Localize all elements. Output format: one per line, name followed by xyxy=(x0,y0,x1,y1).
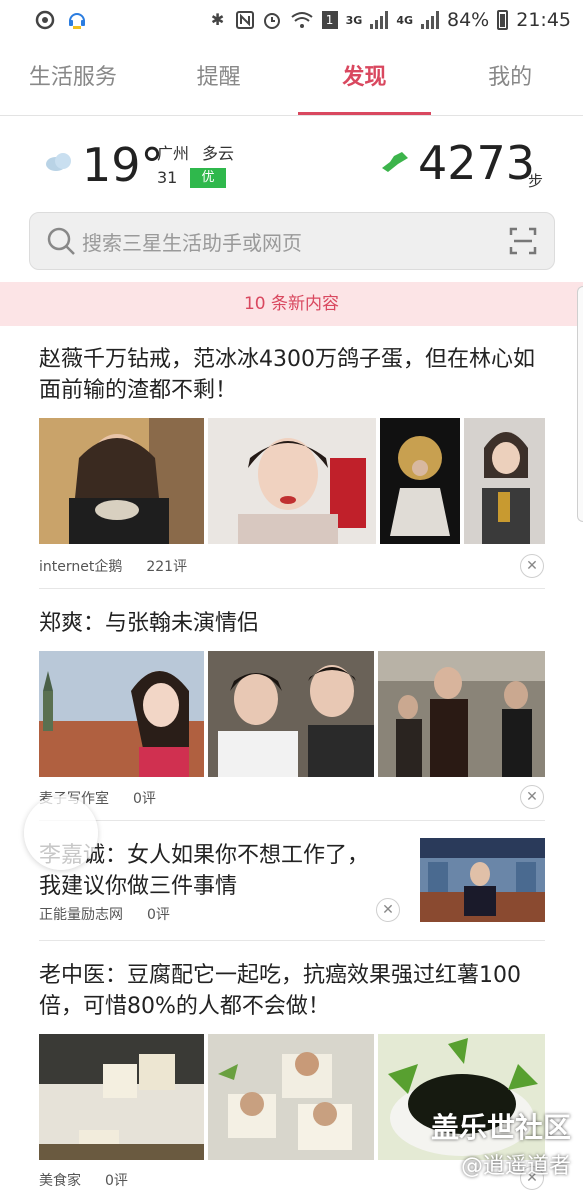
article-image xyxy=(39,1034,204,1160)
aqi-badge: 优 xyxy=(190,168,226,188)
support-icon xyxy=(69,13,85,29)
article-source: internet企鹅 xyxy=(39,559,123,575)
article-image xyxy=(380,418,460,544)
bluetooth-icon: ✱ xyxy=(210,10,225,29)
article-comments: 0评 xyxy=(105,1173,128,1189)
aqi-value: 31 xyxy=(157,168,178,187)
news-card[interactable]: 赵薇千万钻戒，范冰冰4300万鸽子蛋，但在林心如面前输的渣都不剩！ xyxy=(39,344,545,544)
article-meta: 正能量励志网 0评 xyxy=(39,904,170,924)
article-source: 正能量励志网 xyxy=(39,907,123,923)
search-icon xyxy=(47,227,75,255)
watermark-brand: 盖乐世社区 xyxy=(430,1111,571,1144)
signal-icon-2 xyxy=(421,11,439,29)
tab-bar: 生活服务 提醒 发现 我的 xyxy=(0,48,583,116)
nfc-icon xyxy=(235,11,254,29)
scan-icon[interactable] xyxy=(508,226,538,256)
article-image xyxy=(420,838,545,922)
tab-life-services[interactable]: 生活服务 xyxy=(0,48,146,115)
article-image xyxy=(378,651,545,777)
dismiss-icon[interactable]: ✕ xyxy=(376,898,400,922)
dismiss-icon[interactable]: ✕ xyxy=(520,785,544,809)
article-source: 美食家 xyxy=(39,1173,81,1189)
search-bar[interactable]: 搜索三星生活助手或网页 xyxy=(29,212,555,270)
scrollbar[interactable] xyxy=(577,286,583,522)
article-comments: 0评 xyxy=(147,907,170,923)
tab-reminders[interactable]: 提醒 xyxy=(146,48,292,115)
weather-steps-card[interactable]: 19° 广州 多云 31 优 4273 步 xyxy=(40,132,550,202)
tab-discover[interactable]: 发现 xyxy=(292,48,438,115)
article-title[interactable]: 赵薇千万钻戒，范冰冰4300万鸽子蛋，但在林心如面前输的渣都不剩！ xyxy=(39,344,545,406)
article-images xyxy=(39,651,545,777)
battery-percent: 84% xyxy=(447,9,490,31)
article-image xyxy=(464,418,545,544)
cloud-icon xyxy=(46,153,71,171)
divider xyxy=(39,588,545,589)
dismiss-icon[interactable]: ✕ xyxy=(520,554,544,578)
article-title[interactable]: 郑爽：与张翰未演情侣 xyxy=(39,608,545,639)
tab-mine[interactable]: 我的 xyxy=(437,48,583,115)
network-type-1: 3G xyxy=(345,13,363,27)
network-type-2: 4G xyxy=(396,13,413,27)
step-count: 4273 xyxy=(418,136,536,190)
city-name: 广州 xyxy=(157,144,190,163)
steps-unit: 步 xyxy=(528,172,544,190)
weather-condition: 多云 xyxy=(202,144,235,163)
article-image xyxy=(208,651,374,777)
article-image xyxy=(208,418,376,544)
shoe-icon xyxy=(382,152,408,172)
status-bar: ✱ 1 3G 4G 84% 21:45 xyxy=(0,0,583,40)
clock: 21:45 xyxy=(516,9,571,31)
article-meta: internet企鹅 221评 xyxy=(39,556,187,576)
alarm-icon xyxy=(263,13,280,29)
temperature: 19° xyxy=(82,138,164,192)
divider xyxy=(39,820,545,821)
sim-badge: 1 xyxy=(321,11,338,29)
article-images xyxy=(39,418,545,544)
divider xyxy=(39,940,545,941)
status-right-icons: ✱ 1 3G 4G 84% 21:45 xyxy=(208,9,571,31)
article-image xyxy=(39,651,204,777)
article-comments: 0评 xyxy=(133,791,156,807)
search-input[interactable]: 搜索三星生活助手或网页 xyxy=(82,227,508,256)
watermark: 盖乐世社区 @逍遥道者 xyxy=(431,1106,571,1180)
battery-icon xyxy=(497,10,509,30)
news-card[interactable]: 郑爽：与张翰未演情侣 xyxy=(39,608,545,777)
article-image xyxy=(208,1034,374,1160)
floating-assist-button[interactable] xyxy=(24,796,98,870)
new-content-banner[interactable]: 10 条新内容 xyxy=(0,282,583,326)
article-comments: 221评 xyxy=(146,559,188,575)
notification-app-icon xyxy=(35,10,55,30)
article-meta: 美食家 0评 xyxy=(39,1170,128,1190)
status-left-icons xyxy=(34,9,88,31)
watermark-author: @逍遥道者 xyxy=(460,1154,571,1179)
signal-icon xyxy=(370,11,389,29)
article-title[interactable]: 老中医：豆腐配它一起吃，抗癌效果强过红薯100倍，可惜80%的人都不会做！ xyxy=(39,960,545,1022)
article-image xyxy=(39,418,204,544)
wifi-icon xyxy=(291,12,313,28)
